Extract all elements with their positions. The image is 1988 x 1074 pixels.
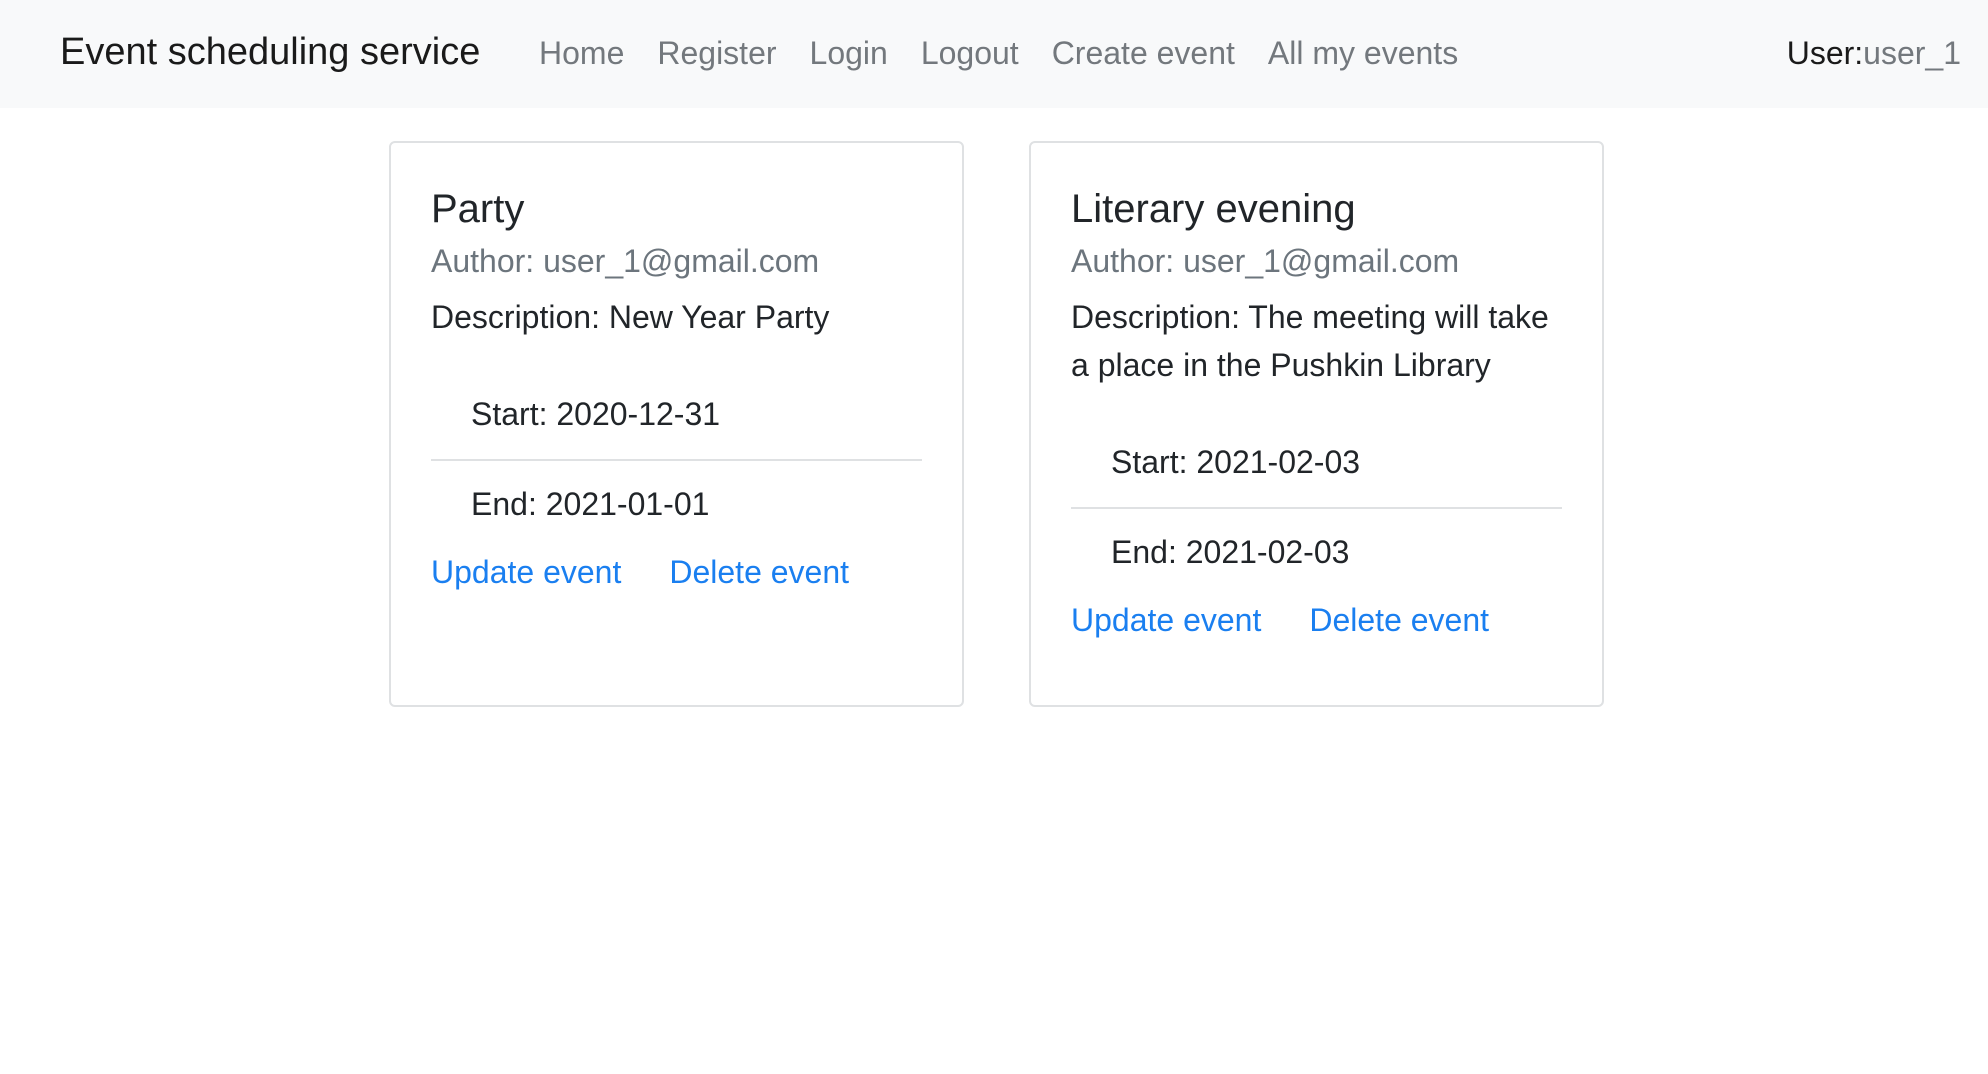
event-card: Party Author: user_1@gmail.com Descripti…: [389, 141, 964, 707]
update-event-link[interactable]: Update event: [431, 549, 621, 595]
event-description: Description: The meeting will take a pla…: [1071, 299, 1549, 383]
user-name: user_1: [1863, 35, 1961, 71]
nav-link-logout[interactable]: Logout: [921, 30, 1019, 76]
nav-links: Home Register Login Logout Create event …: [539, 30, 1491, 76]
event-author: Author: user_1@gmail.com: [1071, 243, 1460, 279]
event-dates: Start: 2021-02-03 End: 2021-02-03: [1071, 419, 1562, 597]
delete-event-link[interactable]: Delete event: [669, 549, 849, 595]
event-description: Description: New Year Party: [431, 299, 830, 335]
nav-link-home[interactable]: Home: [539, 30, 624, 76]
event-start: Start: 2021-02-03: [1111, 444, 1361, 480]
event-actions: Update event Delete event: [431, 549, 922, 595]
delete-event-link[interactable]: Delete event: [1309, 597, 1489, 643]
navbar: Event scheduling service Home Register L…: [0, 0, 1988, 108]
event-title: Party: [431, 187, 525, 231]
nav-link-create-event[interactable]: Create event: [1052, 30, 1235, 76]
navbar-brand[interactable]: Event scheduling service: [60, 26, 480, 78]
event-card: Literary evening Author: user_1@gmail.co…: [1029, 141, 1604, 707]
nav-link-login[interactable]: Login: [810, 30, 888, 76]
event-dates: Start: 2020-12-31 End: 2021-01-01: [431, 371, 922, 549]
event-end: End: 2021-02-03: [1071, 507, 1562, 597]
user-label: User:: [1786, 35, 1864, 71]
nav-link-all-my-events[interactable]: All my events: [1268, 30, 1458, 76]
event-end: End: 2021-01-01: [431, 459, 922, 549]
event-title: Literary evening: [1071, 187, 1356, 231]
event-start: Start: 2020-12-31: [471, 396, 721, 432]
event-actions: Update event Delete event: [1071, 597, 1562, 643]
current-user: User:user_1: [1787, 30, 1961, 76]
update-event-link[interactable]: Update event: [1071, 597, 1261, 643]
nav-link-register[interactable]: Register: [657, 30, 776, 76]
event-author: Author: user_1@gmail.com: [431, 243, 820, 279]
